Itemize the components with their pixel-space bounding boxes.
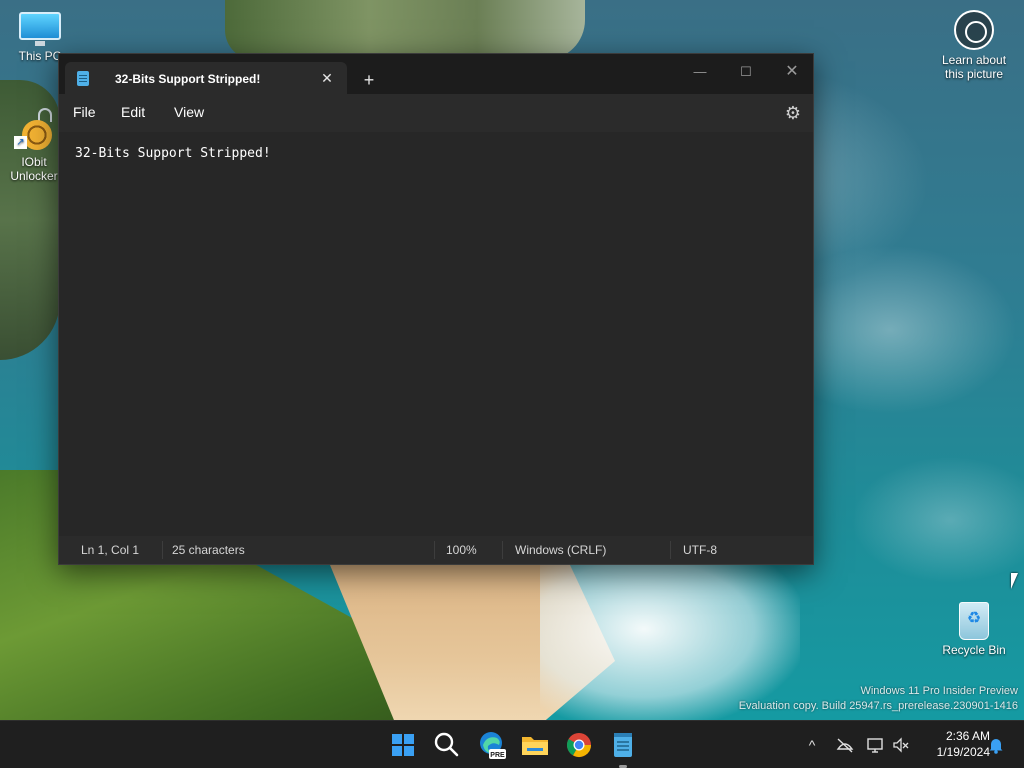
watermark-line-2: Evaluation copy. Build 25947.rs_prerelea… — [738, 700, 1018, 712]
iobit-unlocker-icon: ↗ — [14, 108, 54, 152]
edge-preview-button[interactable]: PRE — [475, 729, 507, 761]
edge-icon: PRE — [480, 732, 506, 759]
notification-bell-icon[interactable] — [986, 735, 1006, 755]
folder-icon — [522, 737, 548, 755]
start-button[interactable] — [387, 729, 419, 761]
status-line-endings[interactable]: Windows (CRLF) — [515, 543, 606, 557]
desktop-icon-learn-about-picture[interactable]: Learn about this picture — [936, 10, 1012, 81]
status-divider — [162, 541, 163, 559]
edge-badge: PRE — [490, 752, 505, 759]
spotlight-icon — [954, 10, 994, 50]
clock-date: 1/19/2024 — [936, 745, 990, 759]
file-explorer-button[interactable] — [519, 729, 551, 761]
watermark-line-1: Windows 11 Pro Insider Preview — [860, 685, 1018, 697]
tray-overflow-chevron-icon[interactable]: ^ — [802, 735, 822, 755]
status-zoom[interactable]: 100% — [446, 543, 477, 557]
minimize-button[interactable]: — — [677, 58, 723, 86]
menu-view[interactable]: View — [174, 104, 204, 120]
status-divider — [502, 541, 503, 559]
tab-document[interactable]: 32-Bits Support Stripped! ✕ — [65, 62, 347, 95]
notepad-icon — [77, 71, 89, 86]
this-pc-icon — [19, 10, 61, 46]
chrome-button[interactable] — [563, 729, 595, 761]
menu-bar: File Edit View ⚙ — [59, 94, 813, 132]
network-icon[interactable] — [835, 735, 855, 755]
status-cursor-position[interactable]: Ln 1, Col 1 — [81, 543, 139, 557]
notepad-taskbar-button[interactable] — [607, 729, 639, 761]
system-clock[interactable]: 2:36 AM 1/19/2024 — [916, 728, 990, 760]
close-button[interactable]: ✕ — [769, 58, 815, 86]
wallpaper-cliff — [225, 0, 585, 60]
recycle-bin-icon: ♻ — [956, 598, 992, 640]
desktop-icon-label: Learn about this picture — [941, 53, 1007, 81]
clock-time: 2:36 AM — [945, 729, 990, 743]
notepad-window: 32-Bits Support Stripped! ✕ + — ☐ ✕ File… — [58, 53, 814, 565]
status-divider — [670, 541, 671, 559]
menu-edit[interactable]: Edit — [121, 104, 145, 120]
status-encoding[interactable]: UTF-8 — [683, 543, 717, 557]
taskbar: PRE ^ 2:36 AM 1/19/2024 — [0, 720, 1024, 768]
maximize-button[interactable]: ☐ — [723, 58, 769, 86]
editor-content[interactable]: 32-Bits Support Stripped! — [75, 146, 271, 161]
menu-file[interactable]: File — [73, 104, 96, 120]
mouse-cursor — [1011, 573, 1018, 589]
desktop-icon-label: Recycle Bin — [942, 643, 1006, 657]
text-editor-area[interactable]: 32-Bits Support Stripped! — [59, 132, 813, 536]
notepad-icon — [614, 733, 632, 757]
volume-muted-icon[interactable] — [891, 735, 911, 755]
title-bar[interactable]: 32-Bits Support Stripped! ✕ + — ☐ ✕ — [59, 54, 815, 95]
tab-close-icon[interactable]: ✕ — [317, 68, 337, 88]
status-character-count: 25 characters — [172, 543, 245, 557]
windows-watermark: Windows 11 Pro Insider Preview Evaluatio… — [739, 684, 1018, 714]
search-button[interactable] — [431, 729, 463, 761]
search-icon — [434, 732, 459, 757]
status-divider — [434, 541, 435, 559]
new-tab-button[interactable]: + — [357, 68, 381, 92]
display-icon[interactable] — [866, 735, 886, 755]
status-bar: Ln 1, Col 1 25 characters 100% Windows (… — [59, 536, 813, 564]
settings-gear-icon[interactable]: ⚙ — [781, 101, 805, 125]
desktop-icon-recycle-bin[interactable]: ♻ Recycle Bin — [936, 598, 1012, 657]
chrome-icon — [566, 733, 591, 758]
tab-title: 32-Bits Support Stripped! — [115, 72, 261, 86]
